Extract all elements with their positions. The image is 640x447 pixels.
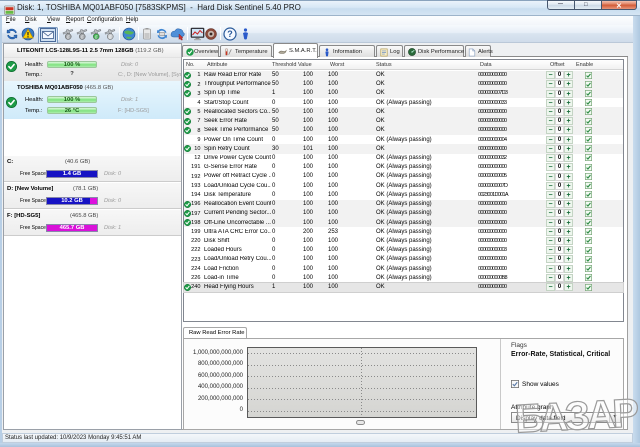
svg-text:?: ? [227,29,233,39]
svg-text:БАЗАР: БАЗАР [514,391,640,441]
